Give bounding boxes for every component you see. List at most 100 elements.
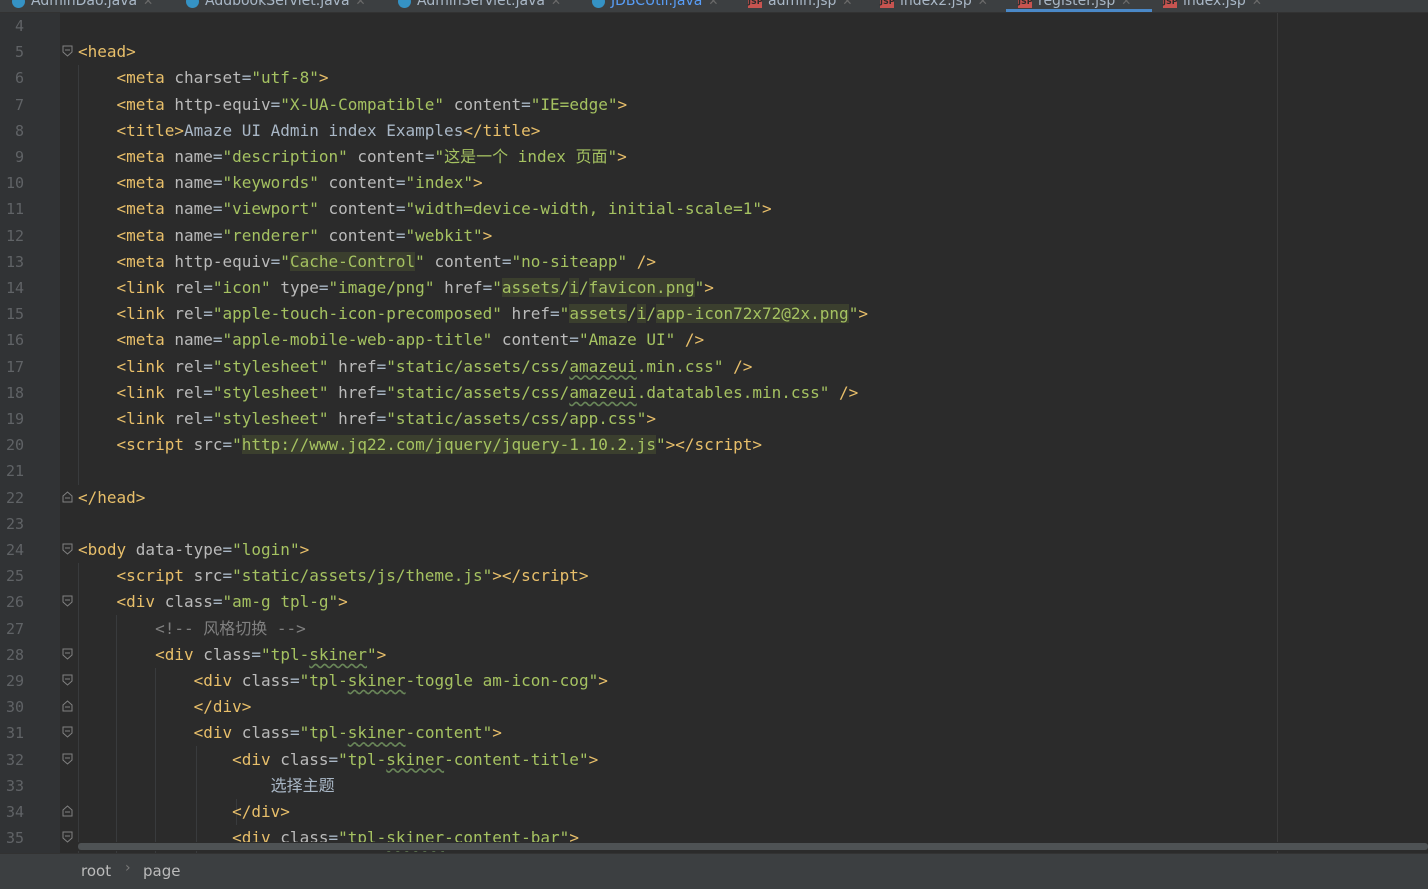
close-icon[interactable]: ✕ [842, 0, 852, 8]
code-line: 6 <meta charset="utf-8"> [0, 65, 1428, 91]
code-text[interactable]: <title>Amaze UI Admin index Examples</ti… [78, 118, 541, 144]
jsp-file-icon: JSP [1018, 0, 1033, 8]
line-number: 30 [5, 698, 24, 717]
fold-collapse-icon[interactable] [62, 45, 73, 57]
breadcrumb-item-root[interactable]: root [81, 862, 111, 880]
java-class-icon [398, 0, 411, 8]
code-text[interactable]: <div class="tpl-skiner-content"> [78, 720, 502, 746]
jsp-file-icon: JSP [748, 0, 763, 8]
tab-label: AdminServlet.java [417, 0, 545, 9]
code-text[interactable]: <script src="static/assets/js/theme.js">… [78, 563, 589, 589]
line-number: 29 [5, 672, 24, 690]
fold-collapse-icon[interactable] [62, 831, 73, 843]
fold-collapse-icon[interactable] [62, 726, 73, 739]
code-line: 5 <head> [0, 39, 1428, 65]
line-number: 26 [5, 593, 24, 612]
code-line: 12 <meta name="renderer" content="webkit… [0, 223, 1428, 249]
ide-window: AdminDao.java ✕ AddbookServlet.java ✕ Admi… [0, 0, 1428, 889]
code-text[interactable]: <div class="am-g tpl-g"> [78, 589, 348, 615]
java-class-icon [186, 0, 199, 8]
editor-tab-bar: AdminDao.java ✕ AddbookServlet.java ✕ Admi… [0, 0, 1428, 13]
fold-collapse-icon[interactable] [62, 543, 73, 555]
line-number: 18 [5, 383, 24, 402]
close-icon[interactable]: ✕ [1252, 0, 1262, 8]
tab-label: index.jsp [1183, 0, 1246, 9]
close-icon[interactable]: ✕ [978, 0, 988, 8]
code-text[interactable]: <link rel="icon" type="image/png" href="… [78, 275, 714, 301]
line-number: 28 [5, 645, 24, 664]
line-number: 6 [14, 69, 24, 88]
code-text[interactable]: <div class="tpl-skiner-toggle am-icon-co… [78, 668, 608, 694]
code-line: 24 <body data-type="login"> [0, 537, 1428, 563]
line-number: 13 [5, 252, 24, 271]
jsp-file-icon: JSP [880, 0, 895, 8]
tab-label: index2.jsp [900, 0, 972, 9]
fold-collapse-icon[interactable] [62, 595, 73, 608]
code-text[interactable]: <meta name="description" content="这是一个 i… [78, 144, 627, 170]
fold-collapse-icon[interactable] [62, 648, 73, 660]
fold-end-icon[interactable] [62, 805, 73, 817]
fold-end-icon[interactable] [62, 490, 73, 503]
code-text[interactable]: <script src="http://www.jq22.com/jquery/… [78, 432, 762, 458]
close-icon[interactable]: ✕ [356, 0, 366, 8]
code-text[interactable]: <body data-type="login"> [78, 537, 309, 563]
code-line: 21 [0, 458, 1428, 484]
breadcrumb-item-page[interactable]: page [143, 862, 180, 880]
code-text[interactable]: <meta http-equiv="Cache-Control" content… [78, 249, 656, 275]
code-text[interactable]: <meta name="apple-mobile-web-app-title" … [78, 327, 705, 353]
code-text[interactable]: <link rel="stylesheet" href="static/asse… [78, 406, 656, 432]
code-text[interactable]: 选择主题 [78, 773, 335, 799]
line-number: 9 [14, 148, 24, 166]
code-text[interactable]: <link rel="stylesheet" href="static/asse… [78, 380, 859, 406]
code-text[interactable]: </head> [78, 485, 145, 511]
fold-end-icon[interactable] [62, 700, 73, 712]
code-line: 13 <meta http-equiv="Cache-Control" cont… [0, 249, 1428, 275]
horizontal-scrollbar[interactable] [78, 842, 1428, 851]
code-line: 15 <link rel="apple-touch-icon-precompos… [0, 301, 1428, 327]
code-text[interactable]: <!-- 风格切换 --> [78, 616, 306, 642]
code-line: 26 <div class="am-g tpl-g"> [0, 589, 1428, 615]
code-line: 18 <link rel="stylesheet" href="static/a… [0, 380, 1428, 406]
code-editor[interactable]: 4 5 <head> 6 <meta charset="utf-8"> 7 <me… [0, 13, 1428, 853]
line-number: 25 [5, 567, 24, 586]
code-text[interactable]: <div class="tpl-skiner-content-title"> [78, 747, 598, 773]
fold-collapse-icon[interactable] [62, 753, 73, 765]
code-line: 16 <meta name="apple-mobile-web-app-titl… [0, 327, 1428, 353]
code-text[interactable]: </div> [78, 694, 252, 720]
line-number: 24 [5, 541, 24, 559]
close-icon[interactable]: ✕ [143, 0, 153, 8]
code-line: 10 <meta name="keywords" content="index"… [0, 170, 1428, 196]
code-text[interactable]: <meta name="keywords" content="index"> [78, 170, 483, 196]
code-text[interactable]: <head> [78, 39, 136, 65]
line-number: 23 [5, 514, 24, 533]
code-line: 4 [0, 13, 1428, 39]
java-class-icon [12, 0, 25, 8]
code-line: 25 <script src="static/assets/js/theme.j… [0, 563, 1428, 589]
code-text[interactable]: <div class="tpl-skiner"> [78, 642, 386, 668]
code-line: 23 [0, 511, 1428, 537]
code-text[interactable]: <meta name="renderer" content="webkit"> [78, 223, 493, 249]
code-line: 11 <meta name="viewport" content="width=… [0, 196, 1428, 222]
line-number: 34 [5, 803, 24, 821]
code-line: 8 <title>Amaze UI Admin index Examples</… [0, 118, 1428, 144]
code-line: 19 <link rel="stylesheet" href="static/a… [0, 406, 1428, 432]
code-text[interactable]: </div> [78, 799, 290, 825]
close-icon[interactable]: ✕ [551, 0, 561, 8]
scrollbar-thumb[interactable] [78, 843, 1428, 850]
code-text[interactable]: <link rel="stylesheet" href="static/asse… [78, 354, 753, 380]
code-line: 22 </head> [0, 485, 1428, 511]
line-number: 31 [5, 724, 24, 743]
fold-collapse-icon[interactable] [62, 674, 73, 686]
code-text[interactable]: <meta charset="utf-8"> [78, 65, 329, 91]
close-icon[interactable]: ✕ [708, 0, 718, 8]
code-line: 33 选择主题 [0, 773, 1428, 799]
code-text[interactable]: <meta name="viewport" content="width=dev… [78, 196, 772, 222]
code-text[interactable]: <link rel="apple-touch-icon-precomposed"… [78, 301, 868, 327]
code-line: 7 <meta http-equiv="X-UA-Compatible" con… [0, 92, 1428, 118]
java-class-icon [592, 0, 605, 8]
code-text[interactable]: <meta http-equiv="X-UA-Compatible" conte… [78, 92, 628, 118]
close-icon[interactable]: ✕ [1121, 0, 1131, 8]
code-line: 31 <div class="tpl-skiner-content"> [0, 720, 1428, 746]
line-number: 16 [5, 331, 24, 350]
line-number: 35 [5, 829, 24, 848]
